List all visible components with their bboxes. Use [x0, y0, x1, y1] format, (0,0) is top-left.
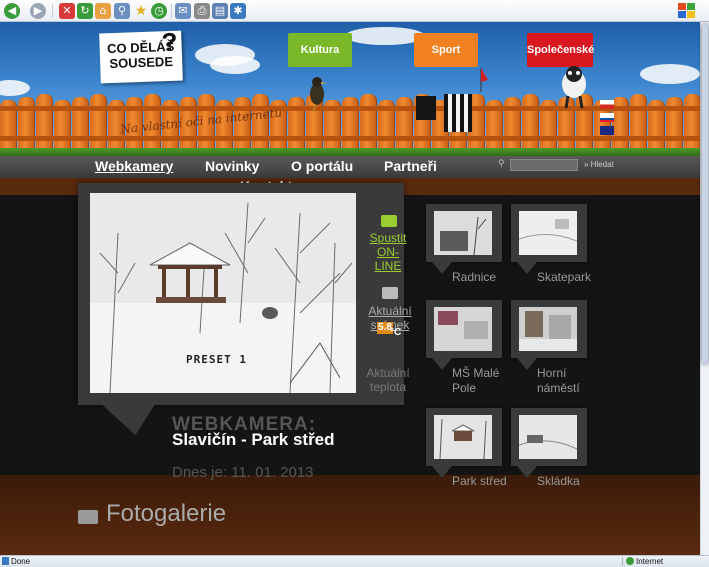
site-logo[interactable]: CO DĚLÁŠ SOUSEDE ? [99, 26, 183, 84]
content-bottom-band [0, 475, 700, 555]
cloud-decoration [345, 27, 425, 45]
thumbnail-label[interactable]: Park střed [452, 474, 512, 489]
edit-icon[interactable]: ▤ [212, 3, 228, 19]
cloud-decoration [640, 64, 700, 84]
browser-toolbar: ◀ ▶ ✕ ↻ ⌂ ⚲ ★ ◷ ✉ ⎙ ▤ ✱ [0, 0, 709, 22]
thumbnail-image [434, 415, 492, 459]
scrollbar-thumb[interactable] [702, 24, 708, 364]
language-en-flag-icon[interactable] [600, 126, 614, 135]
logo-question-mark: ? [161, 26, 179, 58]
thumbnail-image [519, 211, 577, 255]
thumbnail-label[interactable]: Radnice [452, 270, 496, 285]
favorites-icon[interactable]: ★ [133, 3, 149, 19]
thumbnail-image [434, 307, 492, 351]
fence-decoration [0, 92, 700, 156]
mail-icon[interactable]: ✉ [175, 3, 191, 19]
thumbnail-image [519, 415, 577, 459]
thumbnail-tail [517, 262, 537, 274]
webcam-overlay-text: PRESET 1 [186, 353, 247, 366]
gallery-icon [78, 510, 98, 524]
zone-text: Internet [636, 557, 664, 566]
fence-plank [360, 94, 377, 156]
status-text: Done [11, 557, 31, 566]
search-button[interactable]: » Hledat [584, 160, 614, 169]
webcam-thumbnail[interactable] [426, 204, 502, 274]
temperature-unit: °C [390, 327, 402, 338]
nav-partners[interactable]: Partneři [384, 158, 437, 174]
fence-plank [630, 94, 647, 156]
page-icon [2, 557, 9, 565]
thumbnail-tail [432, 466, 452, 478]
history-icon[interactable]: ◷ [151, 3, 167, 19]
webcam-thumbnail[interactable] [511, 204, 587, 274]
windows-logo-icon [678, 3, 695, 18]
category-sport-link[interactable]: Sport [414, 33, 478, 67]
temperature-label: Aktuální teplota [366, 366, 410, 394]
thumbnail-tail [432, 262, 452, 274]
fence-plank [522, 94, 539, 156]
thumbnail-label[interactable]: Skládka [537, 474, 580, 489]
snapshot-icon[interactable] [382, 287, 398, 299]
home-icon[interactable]: ⌂ [95, 3, 111, 19]
bird-icon [310, 77, 327, 113]
messenger-icon[interactable]: ✱ [230, 3, 246, 19]
webcam-thumbnail[interactable] [426, 300, 502, 370]
nav-news[interactable]: Novinky [205, 158, 259, 174]
back-icon[interactable]: ◀ [4, 3, 20, 19]
fence-plank [36, 94, 53, 156]
grass-decoration [0, 148, 700, 156]
search-input[interactable] [510, 159, 578, 171]
play-icon[interactable] [381, 215, 397, 227]
current-date: Dnes je: 11. 01. 2013 [172, 464, 314, 481]
print-icon[interactable]: ⎙ [194, 3, 210, 19]
webcam-image[interactable]: PRESET 1 [90, 193, 356, 393]
fence-plank [252, 94, 269, 156]
webcam-thumbnail[interactable] [426, 408, 502, 478]
thumbnail-label[interactable]: Horní náměstí [537, 366, 597, 396]
refresh-icon[interactable]: ↻ [77, 3, 93, 19]
thumbnail-image [434, 211, 492, 255]
goat-icon [562, 66, 586, 109]
flag-icon [480, 68, 488, 92]
nav-about[interactable]: O portálu [291, 158, 353, 174]
category-culture-link[interactable]: Kultura [288, 33, 352, 67]
webcam-name: Slavičín - Park střed [172, 430, 335, 449]
start-online-link[interactable]: Spustit ON-LINE [366, 231, 410, 273]
language-cz-flag-icon[interactable] [600, 100, 614, 109]
webcam-thumbnail[interactable] [511, 408, 587, 478]
search-icon[interactable]: ⚲ [114, 3, 130, 19]
fence-plank [684, 94, 700, 156]
webcam-thumbnail[interactable] [511, 300, 587, 370]
thumbnail-tail [432, 358, 452, 370]
nav-search-icon: ⚲ [498, 158, 505, 168]
cloud-decoration [210, 56, 260, 74]
thumbnail-label[interactable]: MŠ Malé Pole [452, 366, 512, 396]
laundry-icon [416, 94, 472, 132]
forward-icon[interactable]: ▶ [30, 3, 46, 19]
language-sk-flag-icon[interactable] [600, 113, 614, 122]
gallery-title: Fotogalerie [106, 500, 227, 527]
thumbnail-image [519, 307, 577, 351]
thumbnail-tail [517, 358, 537, 370]
webcam-frame-tail [102, 405, 166, 435]
thumbnail-label[interactable]: Skatepark [537, 270, 591, 285]
fence-plank [90, 94, 107, 156]
internet-zone-icon [626, 557, 634, 565]
vertical-scrollbar[interactable] [700, 22, 709, 555]
browser-statusbar: Done Internet [0, 555, 709, 567]
nav-webcams[interactable]: Webkamery [95, 158, 173, 174]
stop-icon[interactable]: ✕ [59, 3, 75, 19]
thumbnail-tail [517, 466, 537, 478]
site-header: CO DĚLÁŠ SOUSEDE ? Kultura Sport Společe… [0, 22, 700, 156]
